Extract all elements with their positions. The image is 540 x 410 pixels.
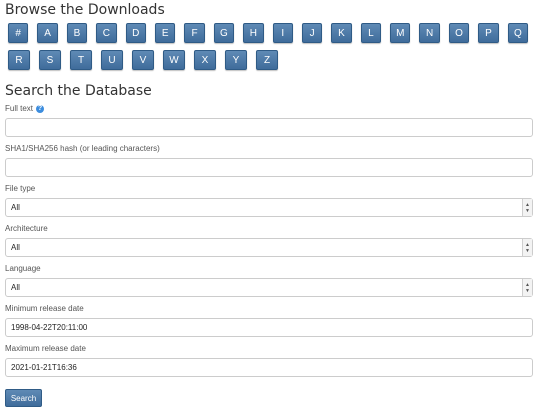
architecture-value: All: [11, 243, 20, 252]
question-circle-icon[interactable]: ?: [36, 104, 45, 113]
letter-button-e[interactable]: E: [154, 23, 176, 43]
letter-button-t[interactable]: T: [70, 50, 92, 70]
letter-button-l[interactable]: L: [360, 23, 382, 43]
letter-button-i[interactable]: I: [272, 23, 293, 43]
letter-button-s[interactable]: S: [39, 50, 61, 70]
letter-button-y[interactable]: Y: [225, 50, 247, 70]
letter-button-q[interactable]: Q: [507, 23, 529, 43]
letter-index: # A B C D E F G H I J K L M N O P Q RSTUVWXYZ: [8, 23, 529, 77]
language-select[interactable]: All ▲ ▼: [5, 278, 533, 297]
search-form: Full text ? SHA1/SHA256 hash (or leading…: [5, 103, 533, 383]
letter-button-hash[interactable]: #: [8, 23, 29, 43]
letter-button-u[interactable]: U: [101, 50, 123, 70]
min-date-input[interactable]: 1998-04-22T20:11:00: [5, 318, 533, 337]
browse-title: Browse the Downloads: [5, 2, 165, 18]
max-date-label: Maximum release date: [5, 344, 86, 353]
search-title: Search the Database: [5, 83, 152, 99]
search-button[interactable]: Search: [5, 389, 42, 407]
letter-button-r[interactable]: R: [8, 50, 30, 70]
architecture-field: Architecture All ▲ ▼: [5, 223, 533, 257]
max-date-field: Maximum release date 2021-01-21T16:36: [5, 343, 533, 377]
letter-button-x[interactable]: X: [194, 50, 216, 70]
letter-button-g[interactable]: G: [213, 23, 235, 43]
full-text-label: Full text: [5, 104, 34, 113]
letter-button-j[interactable]: J: [301, 23, 323, 43]
select-arrows-icon[interactable]: ▲ ▼: [522, 199, 532, 216]
letter-button-f[interactable]: F: [184, 23, 205, 43]
file-type-field: File type All ▲ ▼: [5, 183, 533, 217]
letter-button-m[interactable]: M: [390, 23, 411, 43]
letter-button-o[interactable]: O: [448, 23, 470, 43]
language-field: Language All ▲ ▼: [5, 263, 533, 297]
full-text-field: Full text ?: [5, 103, 533, 137]
letter-button-p[interactable]: P: [478, 23, 499, 43]
select-arrows-icon[interactable]: ▲ ▼: [522, 279, 532, 296]
letter-button-h[interactable]: H: [243, 23, 264, 43]
select-arrows-icon[interactable]: ▲ ▼: [522, 239, 532, 256]
letter-button-c[interactable]: C: [96, 23, 117, 43]
file-type-label: File type: [5, 184, 36, 193]
max-date-input[interactable]: 2021-01-21T16:36: [5, 358, 533, 377]
letter-button-z[interactable]: Z: [256, 50, 278, 70]
letter-button-b[interactable]: B: [66, 23, 88, 43]
file-type-value: All: [11, 203, 20, 212]
min-date-label: Minimum release date: [5, 304, 84, 313]
file-type-select[interactable]: All ▲ ▼: [5, 198, 533, 217]
letter-button-v[interactable]: V: [132, 50, 154, 70]
letter-button-w[interactable]: W: [163, 50, 185, 70]
min-date-field: Minimum release date 1998-04-22T20:11:00: [5, 303, 533, 337]
letter-button-n[interactable]: N: [419, 23, 440, 43]
letter-row-1: # A B C D E F G H I J K L M N O P Q: [8, 23, 529, 43]
letter-button-a[interactable]: A: [37, 23, 58, 43]
letter-button-d[interactable]: D: [125, 23, 146, 43]
letter-button-k[interactable]: K: [331, 23, 352, 43]
language-value: All: [11, 283, 20, 292]
hash-label: SHA1/SHA256 hash (or leading characters): [5, 144, 160, 153]
language-label: Language: [5, 264, 41, 273]
letter-row-2: RSTUVWXYZ: [8, 50, 528, 70]
hash-input[interactable]: [5, 158, 533, 177]
full-text-input[interactable]: [5, 118, 533, 137]
hash-field: SHA1/SHA256 hash (or leading characters): [5, 143, 533, 177]
architecture-select[interactable]: All ▲ ▼: [5, 238, 533, 257]
page: Browse the Downloads # A B C D E F G H I J K L M N O P Q …: [0, 0, 540, 410]
architecture-label: Architecture: [5, 224, 48, 233]
